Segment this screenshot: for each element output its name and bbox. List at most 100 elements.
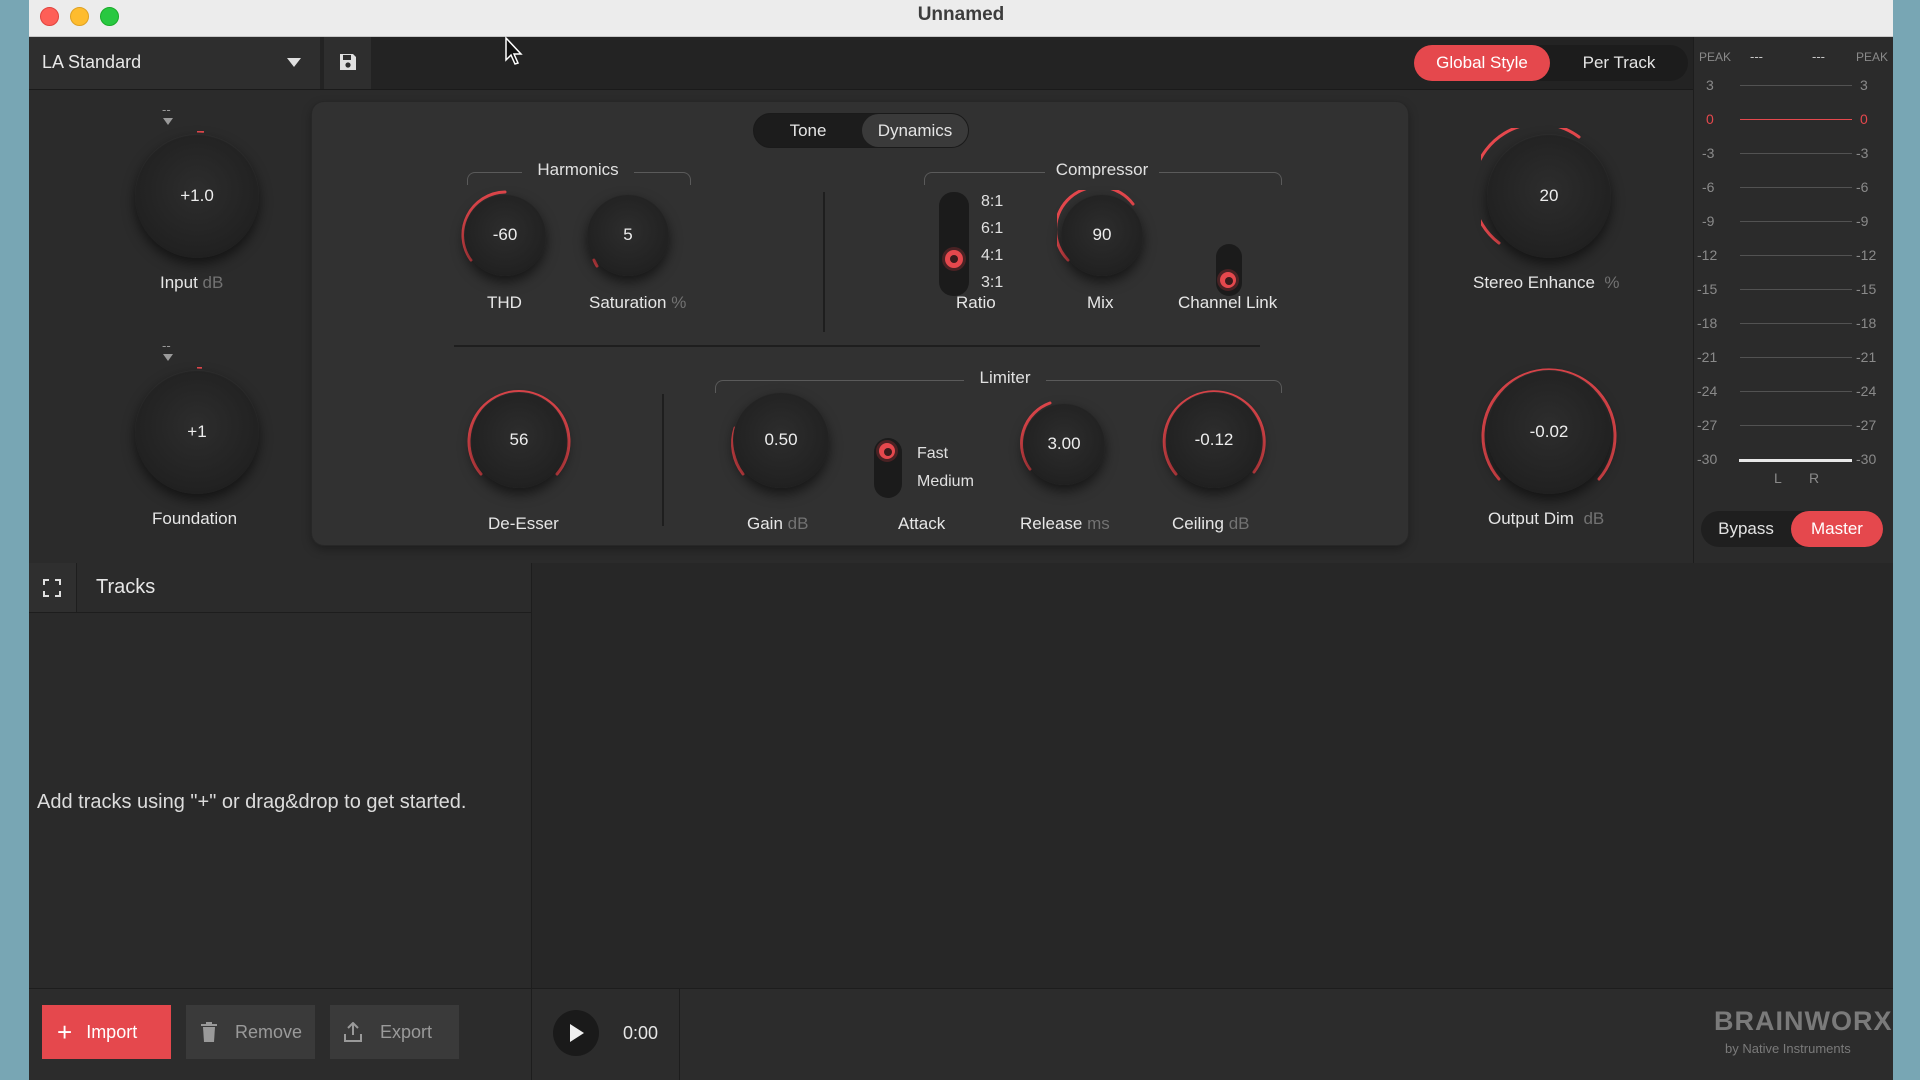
title-bar: Unnamed — [29, 0, 1893, 37]
stereo-enhance-knob[interactable]: 20 — [1487, 134, 1611, 258]
input-knob[interactable]: +1.0 — [135, 134, 259, 258]
scale-left: -27 — [1697, 417, 1718, 433]
channel-label-r: R — [1809, 470, 1820, 486]
brand-logo: BRAINWORX — [1714, 1006, 1893, 1036]
scale-right: -24 — [1856, 383, 1877, 399]
scale-line — [1740, 119, 1852, 120]
divider — [531, 989, 532, 1080]
ratio-switch[interactable] — [939, 192, 969, 296]
peak-value-right: --- — [1812, 49, 1825, 64]
ceiling-label: Ceiling dB — [1172, 514, 1250, 533]
scale-line — [1740, 221, 1852, 222]
footer-bar: + Import Remove Export 0:00 BRAINWORX by… — [29, 988, 1893, 1080]
horizontal-divider — [454, 345, 1260, 347]
export-icon — [344, 1022, 362, 1042]
foundation-marker: -- — [162, 338, 171, 353]
attack-label: Attack — [898, 514, 946, 533]
import-button[interactable]: + Import — [42, 1005, 171, 1059]
scale-line — [1740, 323, 1852, 324]
scale-right: -21 — [1856, 349, 1877, 365]
global-style-option[interactable]: Global Style — [1414, 45, 1550, 81]
scale-left: 3 — [1706, 77, 1714, 93]
attack-option-medium[interactable]: Medium — [917, 473, 974, 491]
gain-knob[interactable]: 0.50 — [733, 392, 829, 488]
scale-right: -27 — [1856, 417, 1877, 433]
scale-line — [1740, 187, 1852, 188]
remove-label: Remove — [235, 1021, 303, 1042]
scale-line — [1740, 391, 1852, 392]
scale-line — [1740, 289, 1852, 290]
scale-right: -9 — [1856, 213, 1869, 229]
scale-line — [1740, 357, 1852, 358]
master-option[interactable]: Master — [1791, 511, 1883, 547]
ratio-option-6-1[interactable]: 6:1 — [981, 220, 1003, 238]
ratio-handle[interactable] — [945, 250, 963, 268]
deesser-label: De-Esser — [488, 514, 559, 533]
mix-knob[interactable]: 90 — [1061, 194, 1143, 276]
divider — [823, 192, 825, 332]
trash-icon — [201, 1022, 217, 1042]
channel-link-label: Channel Link — [1178, 293, 1278, 312]
scale-right: -12 — [1856, 247, 1877, 263]
channel-link-switch[interactable] — [1216, 244, 1242, 296]
play-icon — [570, 1024, 584, 1042]
output-dim-value: -0.02 — [1529, 422, 1569, 441]
remove-button[interactable]: Remove — [186, 1005, 315, 1059]
channel-link-handle[interactable] — [1220, 272, 1236, 288]
output-dim-knob[interactable]: -0.02 — [1487, 370, 1611, 494]
deesser-knob[interactable]: 56 — [471, 392, 567, 488]
thd-knob[interactable]: -60 — [464, 194, 546, 276]
harmonics-title: Harmonics — [522, 160, 634, 180]
scale-right: -30 — [1856, 451, 1877, 467]
preset-dropdown[interactable]: LA Standard — [29, 37, 320, 89]
input-value: +1.0 — [180, 186, 214, 205]
scale-left: -15 — [1697, 281, 1718, 297]
scale-left: -24 — [1697, 383, 1718, 399]
expand-button[interactable] — [29, 563, 77, 612]
ceiling-knob[interactable]: -0.12 — [1166, 392, 1262, 488]
scale-line — [1740, 85, 1852, 86]
bypass-option[interactable]: Bypass — [1701, 511, 1791, 547]
deesser-value: 56 — [509, 430, 529, 449]
attack-option-fast[interactable]: Fast — [917, 445, 948, 463]
save-preset-button[interactable] — [324, 37, 371, 89]
ceiling-value: -0.12 — [1194, 430, 1234, 449]
foundation-knob[interactable]: +1 — [135, 370, 259, 494]
saturation-knob[interactable]: 5 — [587, 194, 669, 276]
scale-line — [1740, 425, 1852, 426]
release-value: 3.00 — [1047, 434, 1081, 453]
release-label: Release ms — [1020, 514, 1110, 533]
import-label: Import — [86, 1021, 138, 1042]
tracks-title: Tracks — [96, 576, 156, 598]
per-track-option[interactable]: Per Track — [1550, 45, 1688, 81]
attack-handle[interactable] — [879, 443, 895, 459]
gain-label: Gain dB — [747, 514, 809, 533]
peak-meter: PEAK --- --- PEAK 3 3 0 0 -3 -3 -6 -6 -9… — [1693, 37, 1893, 564]
save-icon — [340, 54, 356, 70]
scale-right: -15 — [1856, 281, 1877, 297]
mouse-cursor-icon — [505, 36, 523, 65]
foundation-label: Foundation — [152, 509, 238, 528]
play-button[interactable] — [553, 1010, 599, 1056]
main-controls: -- +1.0 Input dB -- +1 Foundation Tone D… — [29, 90, 1693, 563]
ratio-option-3-1[interactable]: 3:1 — [981, 274, 1003, 292]
release-knob[interactable]: 3.00 — [1023, 403, 1105, 485]
ratio-option-8-1[interactable]: 8:1 — [981, 193, 1003, 211]
export-button[interactable]: Export — [330, 1005, 459, 1059]
input-marker: -- — [162, 102, 171, 117]
tab-tone[interactable]: Tone — [754, 114, 862, 147]
ratio-option-4-1[interactable]: 4:1 — [981, 247, 1003, 265]
track-detail-area — [532, 563, 1893, 988]
scale-left: -9 — [1702, 213, 1715, 229]
peak-value-left: --- — [1750, 49, 1763, 64]
tracks-section: Tracks Add tracks using "+" or drag&drop… — [29, 563, 1893, 1080]
tab-dynamics[interactable]: Dynamics — [862, 114, 968, 147]
track-list[interactable]: Add tracks using "+" or drag&drop to get… — [29, 613, 532, 988]
preset-name: LA Standard — [42, 52, 142, 72]
playback-time: 0:00 — [623, 1023, 659, 1043]
scale-right: 0 — [1860, 111, 1868, 127]
window-title: Unnamed — [917, 4, 1005, 25]
peak-label-right: PEAK — [1856, 50, 1889, 64]
scale-left: -6 — [1702, 179, 1715, 195]
attack-switch[interactable] — [874, 438, 902, 498]
